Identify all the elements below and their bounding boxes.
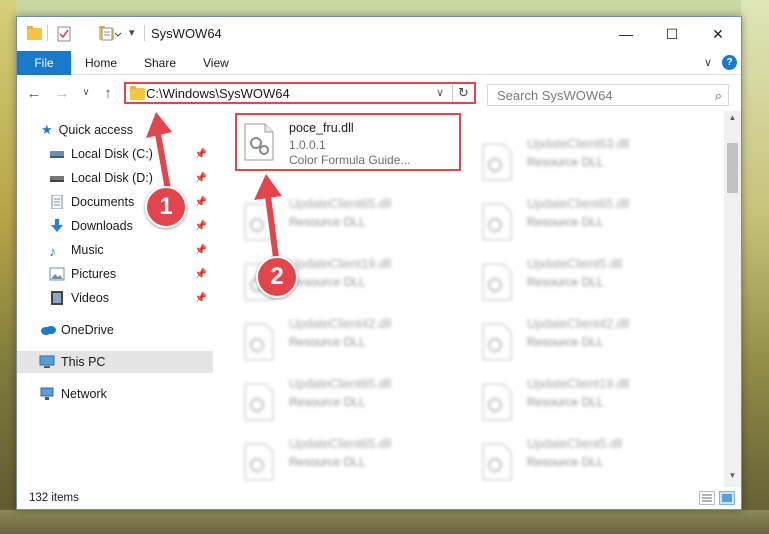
annotation-layer	[146, 112, 282, 259]
step-badge-1: 1	[145, 186, 187, 228]
annotation-arrow-2	[254, 174, 282, 259]
annotation-arrow-1	[146, 112, 172, 191]
step-badge-2: 2	[256, 256, 298, 298]
